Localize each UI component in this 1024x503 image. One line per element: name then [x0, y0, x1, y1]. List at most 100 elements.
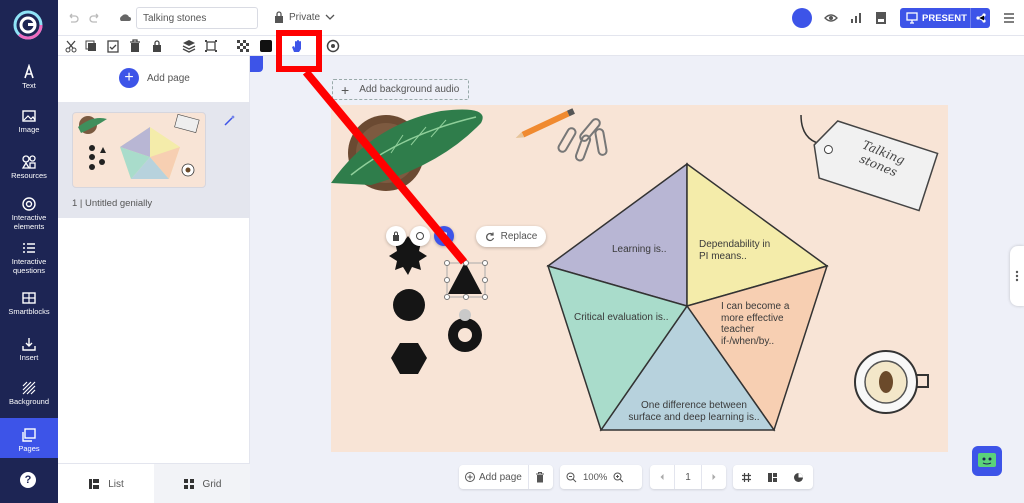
nav-item-smartblocks[interactable]: Smartblocks [0, 290, 58, 320]
element-floating-controls [386, 226, 454, 248]
interactive-elements-icon [22, 197, 36, 211]
collaborators-avatar[interactable] [792, 8, 812, 28]
pin-marker[interactable] [250, 56, 263, 72]
bottom-add-page-group: Add page [459, 465, 553, 489]
tab-list[interactable]: List [58, 464, 154, 503]
delete-page-button[interactable] [527, 465, 551, 489]
share-icon [975, 13, 986, 23]
nav-item-interactive-questions[interactable]: Interactive questions [0, 240, 58, 276]
page-number[interactable]: 1 [674, 465, 702, 489]
interactive-questions-icon [23, 243, 35, 253]
stats-icon[interactable] [849, 11, 863, 25]
share-button[interactable] [970, 8, 990, 28]
magic-wand-icon[interactable] [224, 114, 236, 126]
slice-text-difference[interactable]: One difference between surface and deep … [624, 400, 764, 423]
transparency-icon[interactable] [236, 39, 250, 53]
slice-text-dependability[interactable]: Dependability in PI means.. [699, 239, 779, 262]
add-page-button[interactable]: + Add page [119, 68, 190, 88]
duplicate-element-button[interactable] [410, 226, 430, 246]
save-template-icon[interactable] [874, 11, 888, 25]
chevron-left-icon [660, 474, 664, 480]
top-toolbar: Private PRESENT [58, 0, 1024, 36]
plus-icon: + [119, 68, 139, 88]
lock-icon [275, 11, 283, 23]
slice-text-learning[interactable]: Learning is.. [612, 244, 674, 256]
nav-item-background[interactable]: Background [0, 380, 58, 410]
align-icon[interactable] [204, 39, 218, 53]
zoom-out-icon [566, 472, 577, 482]
present-button[interactable]: PRESENT [900, 8, 990, 28]
insert-icon [22, 338, 36, 351]
nav-item-resources[interactable]: Resources [0, 154, 58, 184]
element-toolbar [58, 36, 1024, 56]
nav-item-pages[interactable]: Pages [0, 418, 58, 458]
project-title-input[interactable] [136, 7, 258, 29]
text-icon [24, 64, 34, 79]
interactivity-button[interactable] [434, 226, 454, 246]
pages-icon [22, 428, 36, 442]
stone-shapes [389, 236, 482, 374]
privacy-dropdown[interactable]: Private [274, 11, 335, 23]
nav-item-interactive-elements[interactable]: Interactive elements [0, 196, 58, 232]
cloud-save-icon [120, 14, 131, 21]
layers-icon[interactable] [182, 39, 196, 53]
lock-element-button[interactable] [386, 226, 406, 246]
plus-icon: + [341, 81, 350, 98]
paste-icon[interactable] [106, 39, 120, 53]
zoom-in-button[interactable] [607, 465, 630, 489]
duplicate-icon [416, 232, 424, 240]
copy-icon[interactable] [84, 39, 98, 53]
image-icon [22, 110, 36, 122]
thumbnail-preview [78, 113, 200, 179]
menu-icon[interactable] [1002, 11, 1016, 25]
grid-icon [183, 479, 194, 489]
cut-icon[interactable] [64, 39, 78, 53]
undo-icon[interactable] [66, 11, 80, 25]
bottom-add-page-button[interactable]: Add page [459, 465, 528, 489]
layout-button[interactable] [759, 465, 785, 489]
eye-icon[interactable] [824, 11, 838, 25]
replace-button[interactable]: Replace [476, 226, 546, 247]
slice-text-teacher[interactable]: I can become a more effective teacher if… [721, 301, 801, 347]
prev-page-button[interactable] [650, 465, 674, 489]
page-item-label: 1 | Untitled genially [72, 198, 153, 209]
more-vertical-icon [1015, 270, 1019, 282]
nav-item-image[interactable]: Image [0, 108, 58, 138]
trash-icon[interactable] [128, 39, 142, 53]
pentagon-diagram [546, 162, 829, 432]
right-panel-handle[interactable] [1010, 246, 1024, 306]
slide-canvas[interactable]: Learning is.. Dependability in PI means.… [331, 105, 948, 452]
page-thumbnail-row[interactable]: 1 | Untitled genially [58, 102, 249, 218]
next-page-button[interactable] [702, 465, 726, 489]
interactivity-hand-icon [440, 231, 447, 241]
redo-icon[interactable] [88, 11, 102, 25]
paperclips [557, 118, 608, 162]
color-swatch[interactable] [260, 40, 272, 52]
animation-icon[interactable] [326, 39, 340, 53]
page-thumbnail[interactable] [72, 112, 206, 188]
chat-support-button[interactable] [972, 446, 1002, 476]
lock-icon[interactable] [150, 39, 164, 53]
chevron-down-icon [325, 14, 335, 20]
nav-item-insert[interactable]: Insert [0, 336, 58, 366]
privacy-label: Private [289, 11, 321, 23]
lock-icon [393, 231, 399, 241]
resources-icon [21, 155, 36, 169]
columns-icon [767, 472, 777, 482]
zoom-out-button[interactable] [560, 465, 583, 489]
tab-grid[interactable]: Grid [154, 464, 250, 503]
chat-bot-icon [978, 453, 996, 467]
slice-text-critical-evaluation[interactable]: Critical evaluation is.. [574, 312, 674, 324]
add-background-audio-button[interactable]: + Add background audio [332, 79, 469, 100]
hash-grid-icon [741, 472, 751, 482]
nav-item-text[interactable]: Text [0, 64, 58, 94]
zoom-in-icon [613, 472, 624, 482]
trash-icon [535, 471, 544, 482]
color-palette-button[interactable] [785, 465, 811, 489]
coffee-cup [854, 350, 929, 414]
grid-guides-button[interactable] [733, 465, 759, 489]
zoom-controls: 100% [560, 465, 642, 489]
genially-logo[interactable] [13, 10, 43, 40]
plus-circle-icon [465, 472, 475, 482]
help-button[interactable]: ? [20, 472, 36, 488]
